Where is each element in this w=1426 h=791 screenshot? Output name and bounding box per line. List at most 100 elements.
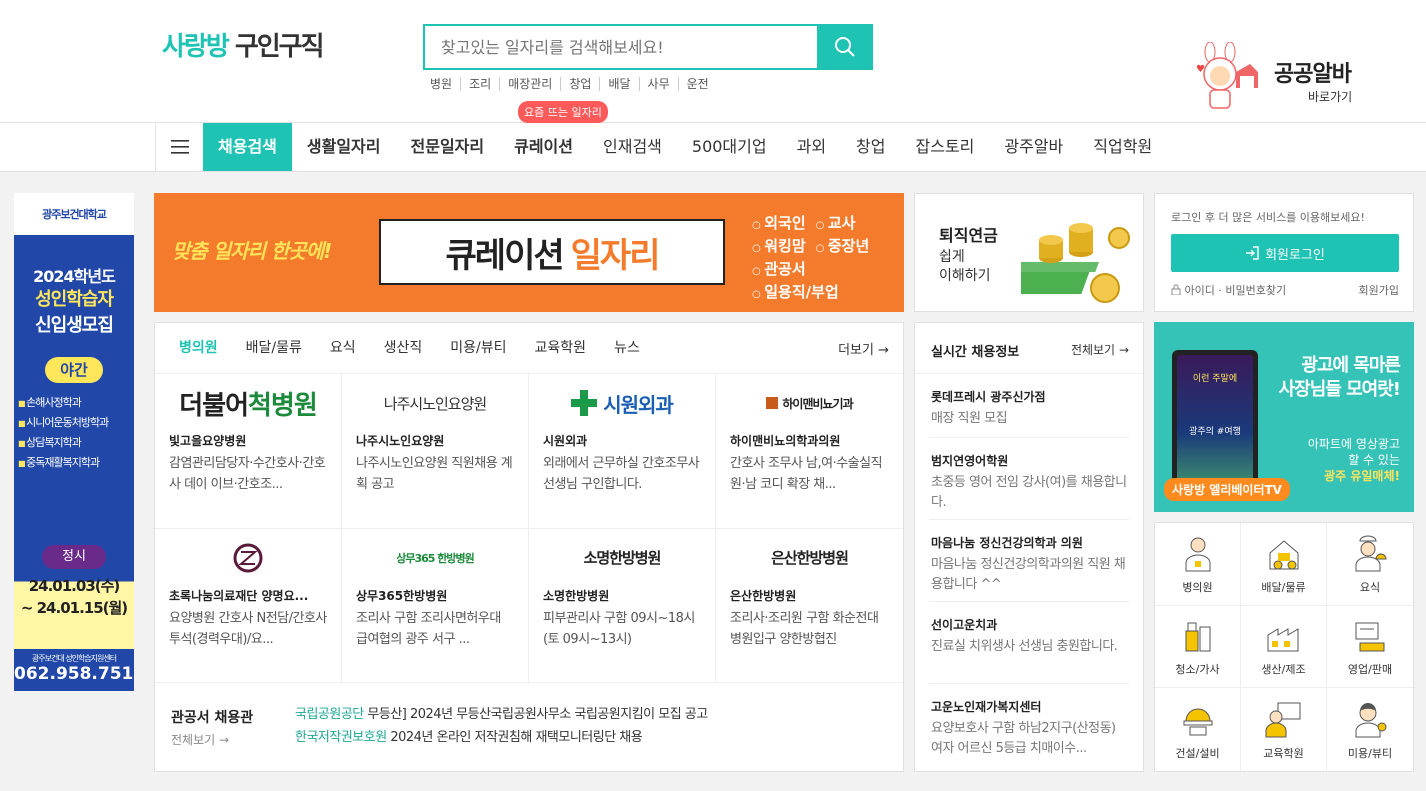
search-input[interactable] xyxy=(425,26,815,68)
nav-item-life-jobs[interactable]: 생활일자리 xyxy=(292,123,396,171)
join-link[interactable]: 회원가입 xyxy=(1359,282,1399,298)
gov-item[interactable]: 한국저작권보호원 2024년 온라인 저작권침해 재택모니터링단 채용 xyxy=(295,726,708,749)
category-education[interactable]: 교육학원 xyxy=(1241,688,1327,771)
right-ad-title-2: 사장님들 모여랏! xyxy=(1278,379,1401,400)
category-delivery[interactable]: 배달/물류 xyxy=(1241,523,1327,606)
realtime-jobs: 실시간 채용정보 전체보기 → 롯데프레시 광주신가점 매장 직원 모집 범지연… xyxy=(914,322,1144,772)
category-label: 교육학원 xyxy=(1263,746,1304,760)
tab-delivery[interactable]: 배달/물류 xyxy=(232,323,316,373)
login-links: 아이디 · 비밀번호찾기 회원가입 xyxy=(1171,282,1399,298)
tab-news[interactable]: 뉴스 xyxy=(600,323,654,373)
category-food[interactable]: 요식 xyxy=(1327,523,1413,606)
job-card[interactable]: 은산한방병원 은산한방병원 조리사·조리원 구함 화순전대병원입구 양한방협진 xyxy=(716,529,903,683)
coins-icon xyxy=(1021,223,1130,303)
elevator-tv-ad[interactable]: 이런 주말에 광주의 #여행 광고에 목마른 사장님들 모여랏! 아파트에 영상광… xyxy=(1154,322,1414,512)
realtime-desc: 마음나눔 정신건강의학과의원 직원 채용합니다 ^^ xyxy=(931,557,1126,592)
nav-item-top500[interactable]: 500대기업 xyxy=(677,123,782,171)
tab-beauty[interactable]: 미용/뷰티 xyxy=(436,323,520,373)
nav-item-vocational[interactable]: 직업학원 xyxy=(1078,123,1167,171)
category-cleaning[interactable]: 청소/가사 xyxy=(1155,605,1241,689)
emblem-icon xyxy=(233,543,263,572)
realtime-all-label: 전체보기 xyxy=(1070,343,1116,357)
tab-clinic[interactable]: 병의원 xyxy=(165,323,232,373)
login-button[interactable]: 회원로그인 xyxy=(1171,234,1399,272)
banner-tag: 외국인 xyxy=(752,213,805,236)
search-button[interactable] xyxy=(817,24,873,70)
job-card[interactable]: 소명한방병원 소명한방병원 피부관리사 구함 09시~18시(토 09시~13시… xyxy=(529,528,716,683)
more-link[interactable]: 더보기 → xyxy=(838,339,889,358)
quick-link[interactable]: 운전 xyxy=(677,77,717,91)
ad-year: 2024학년도 xyxy=(33,267,116,286)
realtime-item[interactable]: 마음나눔 정신건강의학과 의원 마음나눔 정신건강의학과의원 직원 채용합니다 … xyxy=(929,520,1129,602)
ad-date-1: 24.01.03(수) xyxy=(28,577,121,595)
nav-item-pro-jobs[interactable]: 전문일자리 xyxy=(396,123,500,171)
realtime-company: 고운노인재가복지센터 xyxy=(931,700,1042,714)
nav-item-talent-search[interactable]: 인재검색 xyxy=(588,123,677,171)
tab-education[interactable]: 교육학원 xyxy=(521,323,601,373)
curation-banner[interactable]: 맞춤 일자리 한곳에! 큐레이션일자리 외국인 교사 워킹맘 중장년 관공서 일용직… xyxy=(154,193,904,312)
company-logo: 나주시노인요양원 xyxy=(383,394,487,413)
ad-date-2: ~ 24.01.15(월) xyxy=(20,599,128,617)
realtime-item[interactable]: 롯데프레시 광주신가점 매장 직원 모집 xyxy=(929,374,1129,438)
category-beauty[interactable]: 미용/뷰티 xyxy=(1327,688,1413,771)
login-button-label: 회원로그인 xyxy=(1265,247,1325,263)
job-desc: 외래에서 근무하실 간호조무사 선생님 구인합니다. xyxy=(543,456,700,492)
gov-text: 2024년 온라인 저작권침해 재택모니터링단 채용 xyxy=(386,730,643,745)
nav-item-startup[interactable]: 창업 xyxy=(841,123,900,171)
category-clinic[interactable]: 병의원 xyxy=(1155,523,1241,606)
tab-production[interactable]: 생산직 xyxy=(370,323,437,373)
quick-link[interactable]: 창업 xyxy=(560,77,599,91)
category-label: 건설/설비 xyxy=(1175,746,1220,760)
find-account-link[interactable]: 아이디 · 비밀번호찾기 xyxy=(1185,284,1287,297)
header: 사랑방 구인구직 병원 조리 매장관리 창업 배달 사무 운전 ♥ 공공알바 바… xyxy=(0,0,1426,123)
realtime-desc: 초중등 영어 전임 강사(여)를 채용합니다. xyxy=(931,475,1127,510)
category-manufacturing[interactable]: 생산/제조 xyxy=(1241,605,1327,689)
job-desc: 조리사 구함 조리사면허우대 급여협의 광주 서구 ... xyxy=(356,610,501,647)
quick-link[interactable]: 사무 xyxy=(638,77,678,91)
quick-link[interactable]: 매장관리 xyxy=(499,77,560,91)
left-side-ad[interactable]: 광주보건대학교 2024학년도 성인학습자 신입생모집 야간 손해사정학과 시니… xyxy=(14,193,134,691)
realtime-all-link[interactable]: 전체보기 → xyxy=(1071,341,1129,358)
site-logo[interactable]: 사랑방 구인구직 xyxy=(162,26,324,63)
right-ad-title: 광고에 목마른 사장님들 모여랏! xyxy=(1278,354,1401,402)
quick-link[interactable]: 조리 xyxy=(460,77,499,91)
job-section: 병의원 배달/물류 요식 생산직 미용/뷰티 교육학원 뉴스 더보기 → 더불어… xyxy=(154,322,904,772)
job-card[interactable]: 초록나눔의료재단 양명요... 요양병원 간호사 N전담/간호사 투석(경력우대… xyxy=(155,528,342,683)
realtime-item[interactable]: 고운노인재가복지센터 요양보호사 구함 하남2지구(산정동) 여자 어르신 5등… xyxy=(929,684,1129,766)
lock-icon xyxy=(1171,284,1181,296)
more-label: 더보기 xyxy=(838,343,874,358)
public-job-promo[interactable]: ♥ 공공알바 바로가기 xyxy=(1192,42,1372,112)
realtime-item[interactable]: 선이고운치과 진료실 치위생사 선생님 충원합니다. xyxy=(929,602,1129,684)
ad-dept: 상담복지학과 xyxy=(18,433,134,453)
company-logo: 시원외과 xyxy=(543,374,701,432)
category-sales[interactable]: 영업/판매 xyxy=(1327,606,1413,689)
realtime-item[interactable]: 범지연영어학원 초중등 영어 전임 강사(여)를 채용합니다. xyxy=(929,438,1129,520)
realtime-desc: 진료실 치위생사 선생님 충원합니다. xyxy=(931,639,1118,654)
nav-item-job-search[interactable]: 채용검색 xyxy=(203,123,292,171)
pension-promo[interactable]: 퇴직연금 쉽게 이해하기 xyxy=(914,193,1144,312)
job-card[interactable]: 상무365 한방병원 상무365한방병원 조리사 구함 조리사면허우대 급여협의… xyxy=(342,528,529,683)
job-card[interactable]: 시원외과 시원외과 외래에서 근무하실 간호조무사 선생님 구인합니다. xyxy=(529,374,716,529)
quick-link[interactable]: 배달 xyxy=(599,77,638,91)
tablet-text-1: 이런 주말에 xyxy=(1192,374,1238,384)
tab-food[interactable]: 요식 xyxy=(316,323,370,373)
job-desc: 간호사 조무사 남,여·수술실직원·남 코디 확장 채... xyxy=(730,456,883,492)
login-panel: 로그인 후 더 많은 서비스를 이용해보세요! 회원로그인 아이디 · 비밀번호… xyxy=(1154,193,1414,312)
quick-link[interactable]: 병원 xyxy=(430,77,460,91)
banner-title-1: 큐레이션 xyxy=(445,235,565,276)
nav-item-job-story[interactable]: 잡스토리 xyxy=(901,123,990,171)
category-construction[interactable]: 건설/설비 xyxy=(1155,688,1241,771)
job-card[interactable]: 하이맨비뇨기과 하이맨비뇨의학과의원 간호사 조무사 남,여·수술실직원·남 코… xyxy=(716,374,903,529)
job-card[interactable]: 더불어 척병원 빛고을요양병원 감염관리담당자·수간호사·간호사 데이 이브·간호… xyxy=(155,374,342,529)
menu-button[interactable] xyxy=(155,123,203,171)
gov-item[interactable]: 국립공원공단 무등산] 2024년 무등산국립공원사무소 국립공원지킴이 모집 … xyxy=(295,703,708,726)
search-icon xyxy=(835,37,855,57)
nav-item-tutoring[interactable]: 과외 xyxy=(782,123,841,171)
job-card[interactable]: 나주시노인요양원 나주시노인요양원 나주시노인요양원 직원채용 계획 공고 xyxy=(342,374,529,529)
job-company: 하이맨비뇨의학과의원 xyxy=(730,434,841,448)
gov-text: 무등산] 2024년 무등산국립공원사무소 국립공원지킴이 모집 공고 xyxy=(363,707,708,722)
gov-all-link[interactable]: 전체보기 → xyxy=(171,731,229,748)
nav-item-gwangju-alba[interactable]: 광주알바 xyxy=(989,123,1078,171)
nav-item-curation[interactable]: 큐레이션 xyxy=(499,123,588,171)
banner-tag: 워킹맘 xyxy=(752,236,805,259)
